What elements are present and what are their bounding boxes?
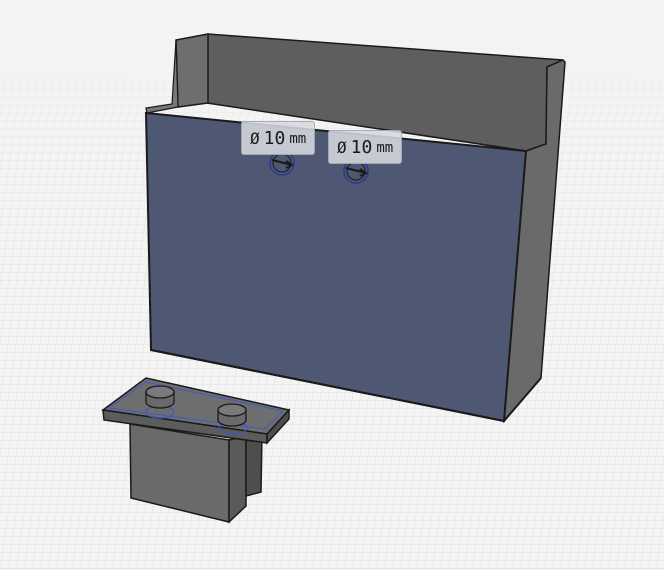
dimension-label-left[interactable]: Ø 10 mm xyxy=(241,121,316,155)
bracket-leg-side[interactable] xyxy=(228,435,247,524)
dimension-value: 10 xyxy=(263,127,286,149)
dimension-unit: mm xyxy=(376,140,394,156)
diameter-symbol: Ø xyxy=(337,137,347,157)
dimension-label-right[interactable]: Ø 10 mm xyxy=(328,130,403,164)
diameter-symbol: Ø xyxy=(250,128,260,148)
enclosure-back-rim xyxy=(175,33,209,108)
dimension-unit: mm xyxy=(289,131,307,147)
3d-viewport[interactable] xyxy=(0,0,664,570)
dimension-value: 10 xyxy=(350,136,373,158)
